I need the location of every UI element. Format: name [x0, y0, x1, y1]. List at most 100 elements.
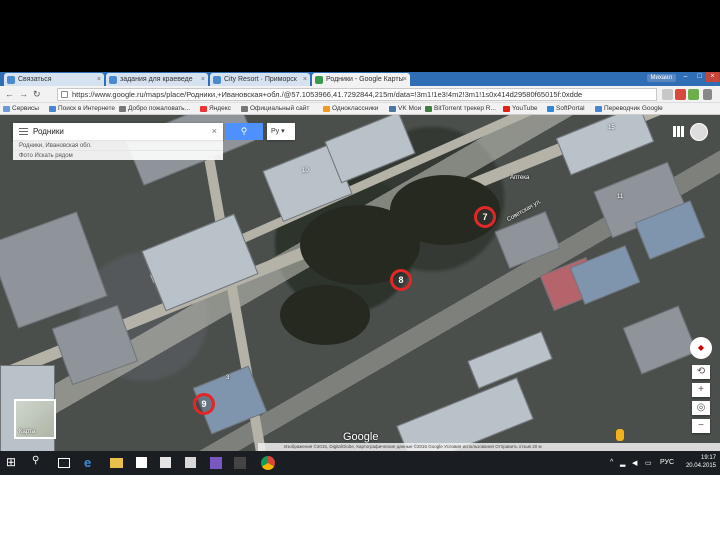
extension-icon[interactable] [688, 89, 699, 100]
language-select[interactable]: Ру ▾ [267, 123, 295, 140]
store-icon[interactable] [136, 457, 147, 468]
battery-icon[interactable]: ▭ [645, 459, 652, 467]
tab-favicon [7, 76, 15, 84]
tab-4-active[interactable]: Родники - Google Карты × [312, 73, 410, 86]
tab-1[interactable]: Связаться × [4, 73, 104, 86]
bookmark-item[interactable]: Поиск в Интернете [48, 103, 115, 115]
tab-close-icon[interactable]: × [303, 73, 307, 86]
satellite-map[interactable]: 10 11 3 15 Аптека Советская ул. 7 8 9 Ро… [0, 115, 720, 451]
tab-close-icon[interactable]: × [403, 73, 407, 86]
bookmark-item[interactable]: Переводчик Google [594, 103, 663, 115]
suggestion-item[interactable]: Родники, Ивановская обл. [13, 140, 223, 150]
app-icon[interactable] [234, 457, 246, 469]
marker-8[interactable]: 8 [390, 269, 412, 291]
minimize-icon[interactable]: – [679, 72, 692, 82]
bookmarks-bar: Сервисы Поиск в Интернете Добро пожалова… [0, 103, 720, 115]
tab-3[interactable]: City Resort · Приморск × [210, 73, 310, 86]
clock-date: 20.04.2015 [685, 463, 716, 469]
house-number: 10 [302, 168, 309, 174]
park-trees [280, 285, 370, 345]
bookmark-item[interactable]: Одноклассники [322, 103, 378, 115]
search-box[interactable]: Родники × [13, 123, 223, 140]
task-view-icon[interactable] [58, 458, 70, 468]
star-icon[interactable] [662, 89, 673, 100]
search-input[interactable]: Родники [33, 127, 64, 136]
app-icon[interactable] [185, 457, 196, 468]
apps-grid-icon[interactable] [673, 126, 684, 137]
bookmark-item[interactable]: Сервисы [2, 103, 39, 115]
bookmark-item[interactable]: YouTube [502, 103, 538, 115]
windows-start-icon[interactable]: ⊞ [6, 455, 22, 471]
map-building [555, 115, 655, 176]
tab-close-icon[interactable]: × [201, 73, 205, 86]
compass-icon[interactable]: ◆ [690, 337, 712, 359]
bookmark-icon [49, 106, 56, 112]
app-icon[interactable] [160, 457, 171, 468]
url-field[interactable]: https://www.google.ru/maps/place/Родники… [57, 88, 657, 101]
marker-7[interactable]: 7 [474, 206, 496, 228]
maximize-icon[interactable]: □ [693, 72, 706, 82]
search-icon[interactable]: ⚲ [32, 455, 48, 471]
map-building [494, 211, 561, 269]
clear-icon[interactable]: × [212, 123, 217, 140]
map-building [396, 377, 534, 451]
forward-icon[interactable]: → [19, 89, 28, 99]
google-logo: Google [343, 431, 379, 443]
menu-icon[interactable] [19, 128, 28, 135]
bookmark-item[interactable]: Яндекс [199, 103, 231, 115]
torrent-icon [425, 106, 432, 112]
chrome-icon[interactable] [261, 456, 275, 470]
zoom-in-button[interactable]: + [692, 383, 710, 397]
search-button[interactable]: ⚲ [225, 123, 263, 140]
bookmark-icon [547, 106, 554, 112]
windows-taskbar: ⊞ ⚲ e ^ ▂ ◀ ▭ РУС 19:17 20.04.2015 [0, 451, 720, 475]
folder-icon[interactable] [110, 458, 123, 468]
bookmark-item[interactable]: SoftPortal [546, 103, 585, 115]
profile-badge[interactable]: Михаил [646, 74, 676, 82]
maps-favicon [315, 76, 323, 84]
avatar[interactable] [690, 123, 708, 141]
map-building [141, 213, 259, 312]
tab-close-icon[interactable]: × [97, 73, 101, 86]
tab-2[interactable]: задания для краеведе × [106, 73, 208, 86]
bookmark-item[interactable]: BitTorrent трекер R... [424, 103, 496, 115]
tilt-icon[interactable]: ◎ [692, 401, 710, 415]
network-icon[interactable]: ▂ [620, 459, 625, 467]
zoom-out-button[interactable]: − [692, 419, 710, 433]
suggestion-item[interactable]: Фото Искать рядом [13, 150, 223, 160]
edge-icon[interactable]: e [84, 455, 100, 471]
tab-label: Родники - Google Карты [326, 76, 404, 83]
tab-label: Связаться [18, 76, 52, 83]
white-bottom-band [0, 475, 720, 540]
close-icon[interactable]: × [706, 72, 719, 82]
clock[interactable]: 19:17 20.04.2015 [686, 454, 716, 470]
tab-favicon [109, 76, 117, 84]
reload-icon[interactable]: ↻ [33, 89, 41, 100]
yandex-icon [200, 106, 207, 112]
search-suggestions: Родники, Ивановская обл. Фото Искать ряд… [13, 140, 223, 160]
menu-icon[interactable] [703, 89, 712, 100]
rotate-icon[interactable]: ⟲ [692, 365, 710, 379]
map-building [324, 115, 416, 184]
bookmark-item[interactable]: VK Мои [388, 103, 421, 115]
youtube-icon [503, 106, 510, 112]
visual-studio-icon[interactable] [210, 457, 222, 469]
marker-9[interactable]: 9 [193, 393, 215, 415]
pharmacy-label[interactable]: Аптека [510, 175, 529, 181]
house-number: 15 [608, 125, 615, 131]
extension-icon[interactable] [675, 89, 686, 100]
keyboard-lang[interactable]: РУС [660, 459, 674, 466]
pegman-icon[interactable] [616, 429, 624, 441]
bookmark-item[interactable]: Добро пожаловать... [118, 103, 190, 115]
map-type-toggle[interactable]: Карта [14, 399, 56, 439]
back-icon[interactable]: ← [5, 89, 14, 99]
vk-icon [389, 106, 396, 112]
screen-capture: Связаться × задания для краеведе × City Re… [0, 72, 720, 475]
url-text: https://www.google.ru/maps/place/Родники… [72, 90, 583, 99]
tray-arrow-icon[interactable]: ^ [610, 459, 613, 466]
address-toolbar: ← → ↻ https://www.google.ru/maps/place/Р… [0, 86, 720, 103]
page-icon [61, 91, 68, 98]
bookmark-item[interactable]: Официальный сайт [240, 103, 309, 115]
house-number: 3 [226, 375, 230, 381]
volume-icon[interactable]: ◀ [632, 459, 637, 467]
